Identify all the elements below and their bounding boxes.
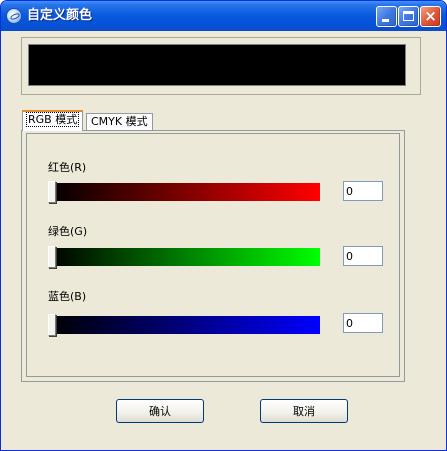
maximize-button[interactable] — [398, 6, 419, 27]
green-value-input[interactable] — [343, 246, 383, 266]
minimize-icon — [382, 19, 389, 22]
blue-slider[interactable] — [48, 314, 320, 336]
red-label: 红色(R) — [48, 161, 87, 174]
custom-color-dialog: 自定义颜色 × RGB 模式 CMYK 模式 红色(R) 绿色(G) 蓝色(B)… — [0, 0, 447, 451]
color-preview-swatch — [28, 44, 406, 86]
blue-slider-thumb[interactable] — [48, 314, 56, 336]
close-icon: × — [424, 7, 437, 25]
tab-cmyk-label: CMYK 模式 — [91, 115, 148, 128]
confirm-button[interactable]: 确认 — [116, 399, 204, 423]
red-slider[interactable] — [48, 181, 320, 203]
blue-value-input[interactable] — [343, 313, 383, 333]
title-bar[interactable]: 自定义颜色 × — [1, 1, 446, 31]
close-button[interactable]: × — [420, 6, 441, 27]
green-label: 绿色(G) — [48, 225, 88, 238]
maximize-icon — [403, 11, 414, 21]
tab-rgb-mode[interactable]: RGB 模式 — [22, 110, 84, 131]
tab-rgb-label: RGB 模式 — [25, 112, 80, 127]
app-icon — [6, 8, 22, 24]
minimize-button[interactable] — [376, 6, 397, 27]
blue-label: 蓝色(B) — [48, 290, 87, 303]
red-value-input[interactable] — [343, 181, 383, 201]
green-slider[interactable] — [48, 246, 320, 268]
tab-cmyk-mode[interactable]: CMYK 模式 — [86, 113, 153, 131]
red-slider-thumb[interactable] — [48, 181, 56, 203]
cancel-button[interactable]: 取消 — [260, 399, 348, 423]
green-slider-thumb[interactable] — [48, 246, 56, 268]
window-title: 自定义颜色 — [27, 8, 93, 23]
color-preview-frame — [21, 37, 421, 95]
